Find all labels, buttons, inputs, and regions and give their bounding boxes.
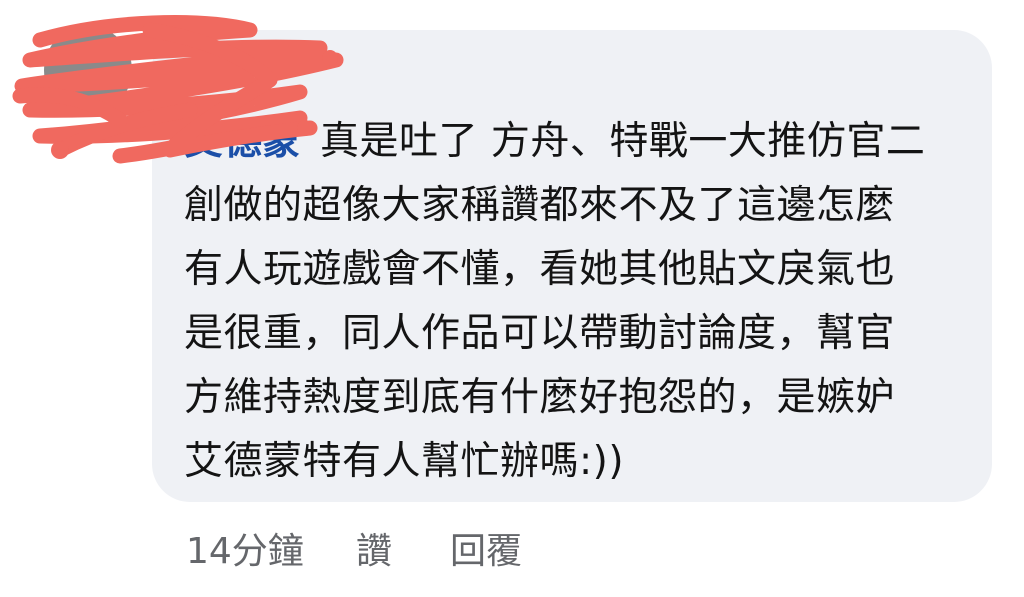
comment-text-line-4: 是很重，同人作品可以帶動討論度，幫官	[184, 311, 896, 356]
comment-author-name[interactable]: 艾德蒙	[184, 110, 301, 174]
comment-screen: 艾德蒙 真是吐了 方舟、特戰一大推仿官二 創做的超像大家稱讚都來不及了這邊怎麼 …	[0, 0, 1024, 597]
reply-button[interactable]: 回覆	[450, 522, 522, 582]
comment-text-line-5: 方維持熱度到底有什麼好抱怨的，是嫉妒	[184, 375, 896, 420]
avatar	[44, 26, 132, 114]
comment-text-line-6: 艾德蒙特有人幫忙辦嗎:))	[184, 439, 625, 484]
comment-text-line-2: 創做的超像大家稱讚都來不及了這邊怎麼	[184, 183, 896, 228]
comment-timestamp: 14分鐘	[186, 531, 304, 572]
comment-text-line-1: 真是吐了 方舟、特戰一大推仿官二	[320, 119, 926, 164]
comment-text-line-3: 有人玩遊戲會不懂，看她其他貼文戾氣也	[184, 247, 896, 292]
like-button[interactable]: 讚	[356, 522, 392, 582]
